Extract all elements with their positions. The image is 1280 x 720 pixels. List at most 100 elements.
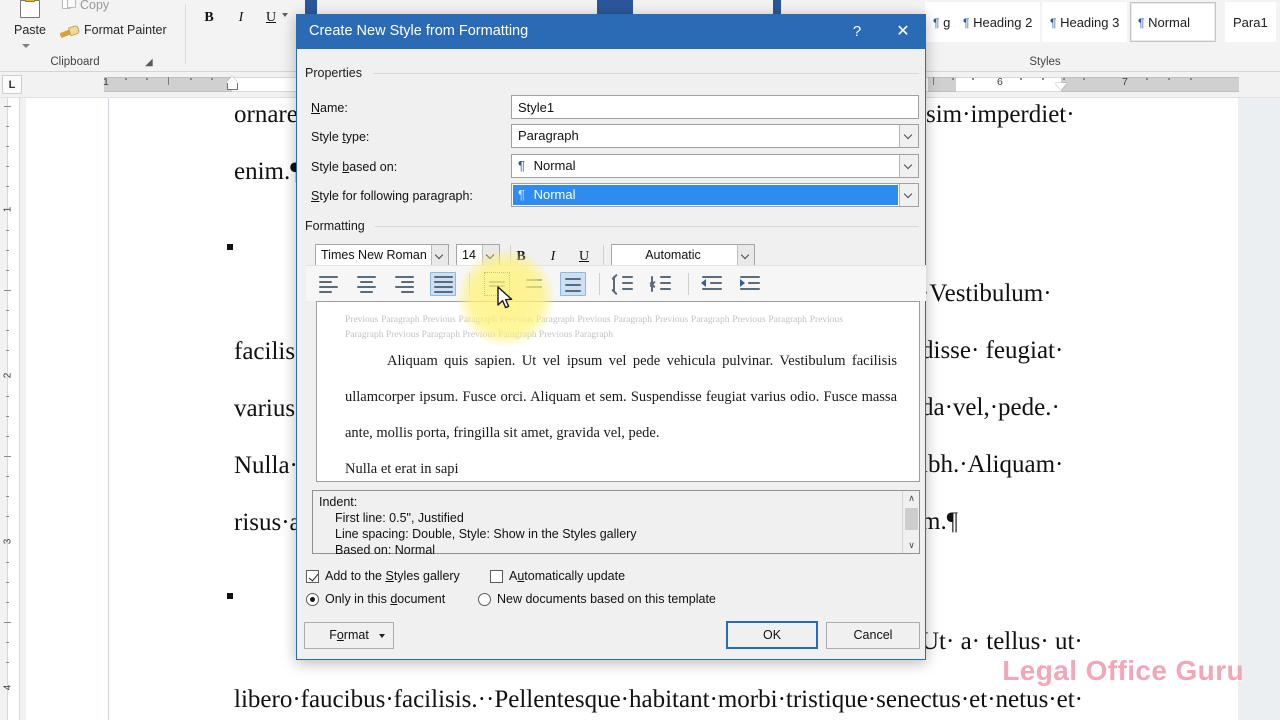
italic-button[interactable]: I — [228, 6, 254, 30]
underline-button[interactable]: U — [258, 6, 284, 30]
document-text-line: facilis — [234, 338, 295, 366]
formatting-group-rule — [375, 226, 919, 227]
cancel-button[interactable]: Cancel — [826, 622, 920, 649]
pilcrow-icon: ¶ — [518, 187, 525, 202]
style-gallery-item[interactable]: ¶ Heading 2 — [955, 2, 1040, 42]
paste-button[interactable]: Paste — [6, 0, 54, 48]
pilcrow-icon: ¶ — [963, 16, 969, 30]
preview-body-main: Aliquam quis sapien. Ut vel ipsum vel pe… — [345, 353, 897, 441]
add-to-styles-gallery-checkbox[interactable]: Add to the Styles gallery — [306, 569, 460, 583]
new-documents-radio[interactable]: New documents based on this template — [478, 592, 716, 606]
underline-dropdown-caret-icon[interactable] — [282, 13, 288, 17]
increase-paragraph-spacing-button[interactable] — [649, 272, 675, 296]
font-color-dropdown[interactable]: Automatic — [611, 244, 755, 267]
format-button[interactable]: Format — [304, 622, 394, 649]
style-type-label: Style type: — [311, 130, 369, 144]
radio-circle[interactable] — [306, 593, 319, 606]
decrease-indent-button[interactable] — [700, 272, 726, 296]
document-text-line: libero·faucibus·facilisis.··Pellentesque… — [234, 686, 1083, 714]
ok-button[interactable]: OK — [726, 621, 818, 649]
description-scrollbar[interactable]: ∧ ∨ — [902, 491, 919, 553]
font-family-chevron-down-icon[interactable] — [431, 245, 448, 266]
dialog-title: Create New Style from Formatting — [309, 23, 528, 39]
align-left-button[interactable] — [316, 272, 342, 296]
font-size-value: 14 — [462, 248, 476, 262]
preview-body-last-line: Nulla et erat in sapi — [345, 451, 897, 482]
line-spacing-1-5-button[interactable] — [522, 272, 548, 296]
font-color-value: Automatic — [612, 248, 734, 262]
font-color-chevron-down-icon[interactable] — [737, 245, 754, 266]
close-icon[interactable]: ✕ — [881, 15, 925, 49]
line-spacing-double-button[interactable] — [560, 272, 586, 296]
document-text-line: risus·a — [234, 509, 301, 537]
align-right-button[interactable] — [392, 272, 418, 296]
radio-circle[interactable] — [478, 593, 491, 606]
align-center-button[interactable] — [354, 272, 380, 296]
dialog-titlebar[interactable]: Create New Style from Formatting ? ✕ — [297, 15, 925, 49]
paragraph-formatting-toolbar — [306, 265, 926, 301]
style-gallery-item-normal[interactable]: ¶ Normal — [1130, 2, 1216, 42]
right-indent-marker[interactable] — [1055, 83, 1067, 90]
scroll-up-icon[interactable]: ∧ — [903, 491, 920, 506]
automatically-update-checkbox[interactable]: Automatically update — [490, 569, 625, 583]
font-size-chevron-down-icon[interactable] — [482, 245, 499, 266]
ribbon-group-font: B I U ab — [186, 0, 306, 72]
checkbox-box[interactable] — [306, 570, 319, 583]
vruler-number: 3 — [2, 539, 13, 545]
preview-body-text: Aliquam quis sapien. Ut vel ipsum vel pe… — [345, 343, 897, 482]
style-gallery-item[interactable]: Para1 — [1225, 2, 1276, 42]
name-input[interactable]: Style1 — [511, 95, 919, 119]
styles-group-label: Styles — [985, 56, 1105, 68]
ribbon-group-styles: ¶ g 1 ¶ Heading 2 ¶ Heading 3 ¶ Normal P… — [925, 0, 1280, 72]
preview-previous-paragraph: Previous Paragraph Previous Paragraph Pr… — [345, 313, 843, 342]
document-text-line: varius — [234, 395, 295, 423]
style-gallery-item[interactable]: ¶ Heading 3 — [1042, 2, 1127, 42]
align-justify-button[interactable] — [430, 272, 456, 296]
document-bullet — [227, 593, 233, 599]
watermark-legal-office-guru: Legal Office Guru — [1002, 655, 1244, 687]
first-line-indent-marker[interactable] — [226, 76, 238, 83]
style-type-chevron-down-icon[interactable] — [899, 125, 918, 147]
style-description-text: Indent: First line: 0.5", Justified Line… — [319, 494, 637, 558]
document-text-line-right: da·vel,·pede.· — [921, 394, 1060, 422]
vruler-number: 1 — [2, 207, 13, 213]
document-right-gutter — [1238, 98, 1280, 720]
increase-indent-button[interactable] — [738, 272, 764, 296]
style-following-dropdown[interactable]: ¶ Normal — [511, 183, 919, 207]
toolbar-separator-3 — [688, 273, 689, 295]
scrollbar-thumb[interactable] — [905, 508, 918, 530]
scroll-down-icon[interactable]: ∨ — [903, 538, 920, 553]
decrease-paragraph-spacing-button[interactable] — [611, 272, 637, 296]
format-button-label: Format — [329, 628, 369, 642]
style-description-box: Indent: First line: 0.5", Justified Line… — [312, 490, 920, 554]
style-based-on-chevron-down-icon[interactable] — [899, 155, 918, 177]
only-in-this-document-radio[interactable]: Only in this document — [306, 592, 445, 606]
left-indent-marker[interactable] — [227, 83, 238, 90]
style-based-on-label: Style based on: — [311, 160, 397, 174]
help-icon[interactable]: ? — [835, 15, 879, 49]
format-painter-button[interactable]: Format Painter — [84, 23, 167, 37]
document-text-line-right: disse· feugiat· — [921, 337, 1063, 365]
style-gallery-item-label: Para1 — [1233, 15, 1268, 30]
style-based-on-dropdown[interactable]: ¶ Normal — [511, 154, 919, 178]
copy-button[interactable]: Copy — [80, 0, 109, 12]
style-following-chevron-down-icon[interactable] — [899, 184, 918, 206]
document-text-line-right: Ut· a· tellus· ut· — [921, 628, 1083, 656]
font-family-dropdown[interactable]: Times New Roman — [315, 244, 449, 267]
style-type-dropdown[interactable]: Paragraph — [511, 124, 919, 148]
bold-button[interactable]: B — [196, 6, 222, 30]
clipboard-dialog-launcher-icon[interactable]: ◢ — [145, 57, 153, 68]
tab-stop-selector-button[interactable]: L — [2, 75, 22, 94]
format-dropdown-caret-icon — [379, 634, 385, 638]
checkbox-box[interactable] — [490, 570, 503, 583]
font-size-dropdown[interactable]: 14 — [456, 244, 500, 267]
toolbar-separator-2 — [599, 273, 600, 295]
formatting-separator-2 — [603, 245, 604, 267]
vertical-ruler[interactable]: 1 2 3 4 5 — [0, 98, 26, 720]
ruler-number: 6 — [997, 76, 1003, 88]
paste-dropdown-caret-icon[interactable] — [22, 44, 30, 48]
mouse-cursor-icon — [497, 286, 515, 312]
style-gallery-item-label: Heading 3 — [1060, 15, 1119, 30]
ribbon-group-clipboard: Paste Copy Format Painter Clipboard ◢ — [0, 0, 172, 72]
document-text-line: enim.¶ — [234, 158, 302, 186]
